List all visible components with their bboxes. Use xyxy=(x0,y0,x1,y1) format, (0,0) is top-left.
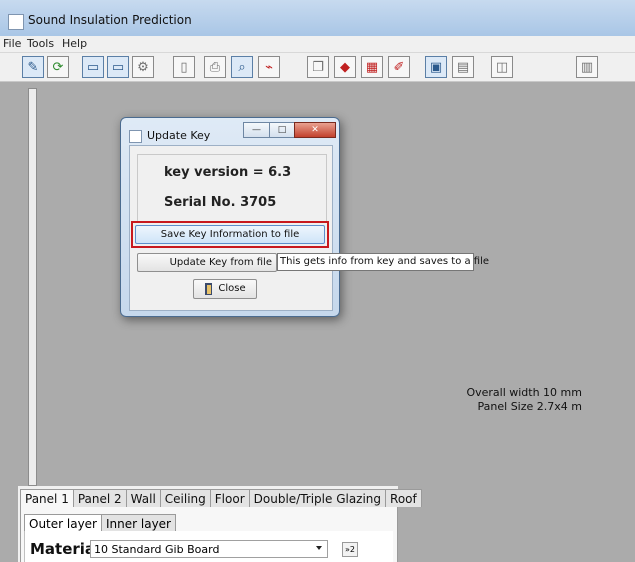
save-key-info-button[interactable]: Save Key Information to file xyxy=(135,225,325,244)
save-button[interactable]: ▣ xyxy=(425,56,447,78)
tab-wall[interactable]: Wall xyxy=(125,489,161,507)
new-document-button[interactable]: ▯ xyxy=(173,56,195,78)
copy-report-icon: ❐ xyxy=(312,59,324,75)
tab-inner-layer[interactable]: Inner layer xyxy=(101,514,176,531)
tab-floor[interactable]: Floor xyxy=(209,489,250,507)
graph-view-button[interactable]: ▭ xyxy=(82,56,104,78)
print-preview-icon: ⌕ xyxy=(238,59,246,75)
pdf-export-icon: ⌁ xyxy=(265,59,273,75)
vertical-scrollbar[interactable] xyxy=(28,88,37,486)
key-version-text: key version = 6.3 xyxy=(164,165,292,180)
3d-box-button[interactable]: ◫ xyxy=(491,56,513,78)
pdf-export-button[interactable]: ⌁ xyxy=(258,56,280,78)
material-selected-value: 10 Standard Gib Board xyxy=(94,543,220,556)
print-preview-button[interactable]: ⌕ xyxy=(231,56,253,78)
panel-tab-strip: Panel 1 Panel 2 Wall Ceiling Floor Doubl… xyxy=(20,489,422,508)
settings-gear-button[interactable]: ⚙ xyxy=(132,56,154,78)
overall-width-text: Overall width 10 mm xyxy=(466,386,582,399)
settings-gear-icon: ⚙ xyxy=(137,59,149,75)
calculator-icon: ▥ xyxy=(580,59,594,75)
graph-compare-icon: ▭ xyxy=(111,59,125,75)
tab-roof[interactable]: Roof xyxy=(385,489,422,507)
exit-door-icon xyxy=(205,283,212,295)
key-info-box: key version = 6.3 Serial No. 3705 xyxy=(137,154,327,222)
pencil-tool-icon: ✎ xyxy=(27,59,39,75)
update-key-tooltip: This gets info from key and saves to a f… xyxy=(277,253,489,271)
data-export-icon: ◆ xyxy=(340,59,350,75)
close-button[interactable]: Close xyxy=(193,279,257,299)
new-document-icon: ▯ xyxy=(180,59,188,75)
refresh-button[interactable]: ⟳ xyxy=(47,56,69,78)
layer-tab-strip: Outer layer Inner layer xyxy=(24,514,176,531)
window-title: Sound Insulation Prediction xyxy=(28,13,192,27)
toolbar: ✎ ⟳ ▭ ▭ ⚙ ▯ ⎙ ⌕ ⌁ ❐ ◆ ▦ ✐ ▣ ▤ ◫ ▥ xyxy=(0,53,635,82)
window-title-bar: Sound Insulation Prediction xyxy=(0,0,635,36)
open-folder-icon: ▤ xyxy=(456,59,470,75)
edit-pen-button[interactable]: ✐ xyxy=(388,56,410,78)
chevron-down-icon xyxy=(316,546,322,550)
tab-panel-1[interactable]: Panel 1 xyxy=(20,489,74,508)
dialog-app-icon xyxy=(129,130,142,143)
maximize-button[interactable]: □ xyxy=(269,122,295,138)
calculator-button[interactable]: ▥ xyxy=(576,56,598,78)
3d-box-icon: ◫ xyxy=(495,59,509,75)
material-select[interactable]: 10 Standard Gib Board xyxy=(90,540,328,558)
tab-outer-layer[interactable]: Outer layer xyxy=(24,514,102,531)
dialog-title: Update Key xyxy=(147,129,211,142)
chart-export-button[interactable]: ▦ xyxy=(361,56,383,78)
chart-export-icon: ▦ xyxy=(365,59,379,75)
open-folder-button[interactable]: ▤ xyxy=(452,56,474,78)
panel-size-text: Panel Size 2.7x4 m xyxy=(477,400,582,413)
graph-view-icon: ▭ xyxy=(86,59,100,75)
tab-glazing[interactable]: Double/Triple Glazing xyxy=(248,489,387,507)
menu-tools[interactable]: Tools xyxy=(27,37,54,50)
close-button-label: Close xyxy=(218,283,246,294)
menu-file[interactable]: File xyxy=(3,37,21,50)
menu-bar: File Tools Help xyxy=(0,36,635,53)
menu-help[interactable]: Help xyxy=(62,37,87,50)
refresh-icon: ⟳ xyxy=(52,59,64,75)
graph-compare-button[interactable]: ▭ xyxy=(107,56,129,78)
update-key-button[interactable]: Update Key from file xyxy=(137,253,277,272)
dialog-close-x-button[interactable]: ✕ xyxy=(294,122,336,138)
app-icon xyxy=(8,14,24,30)
edit-pen-icon: ✐ xyxy=(393,59,405,75)
panel-dimensions: Overall width 10 mm Panel Size 2.7x4 m xyxy=(440,386,582,414)
print-button[interactable]: ⎙ xyxy=(204,56,226,78)
data-export-button[interactable]: ◆ xyxy=(334,56,356,78)
material-options-button[interactable]: »2 xyxy=(342,542,358,557)
print-icon: ⎙ xyxy=(209,59,221,75)
save-icon: ▣ xyxy=(429,59,443,75)
pencil-tool-button[interactable]: ✎ xyxy=(22,56,44,78)
tab-panel-2[interactable]: Panel 2 xyxy=(72,489,127,507)
minimize-button[interactable]: — xyxy=(243,122,270,138)
copy-report-button[interactable]: ❐ xyxy=(307,56,329,78)
serial-number-text: Serial No. 3705 xyxy=(164,195,277,210)
tab-ceiling[interactable]: Ceiling xyxy=(159,489,211,507)
